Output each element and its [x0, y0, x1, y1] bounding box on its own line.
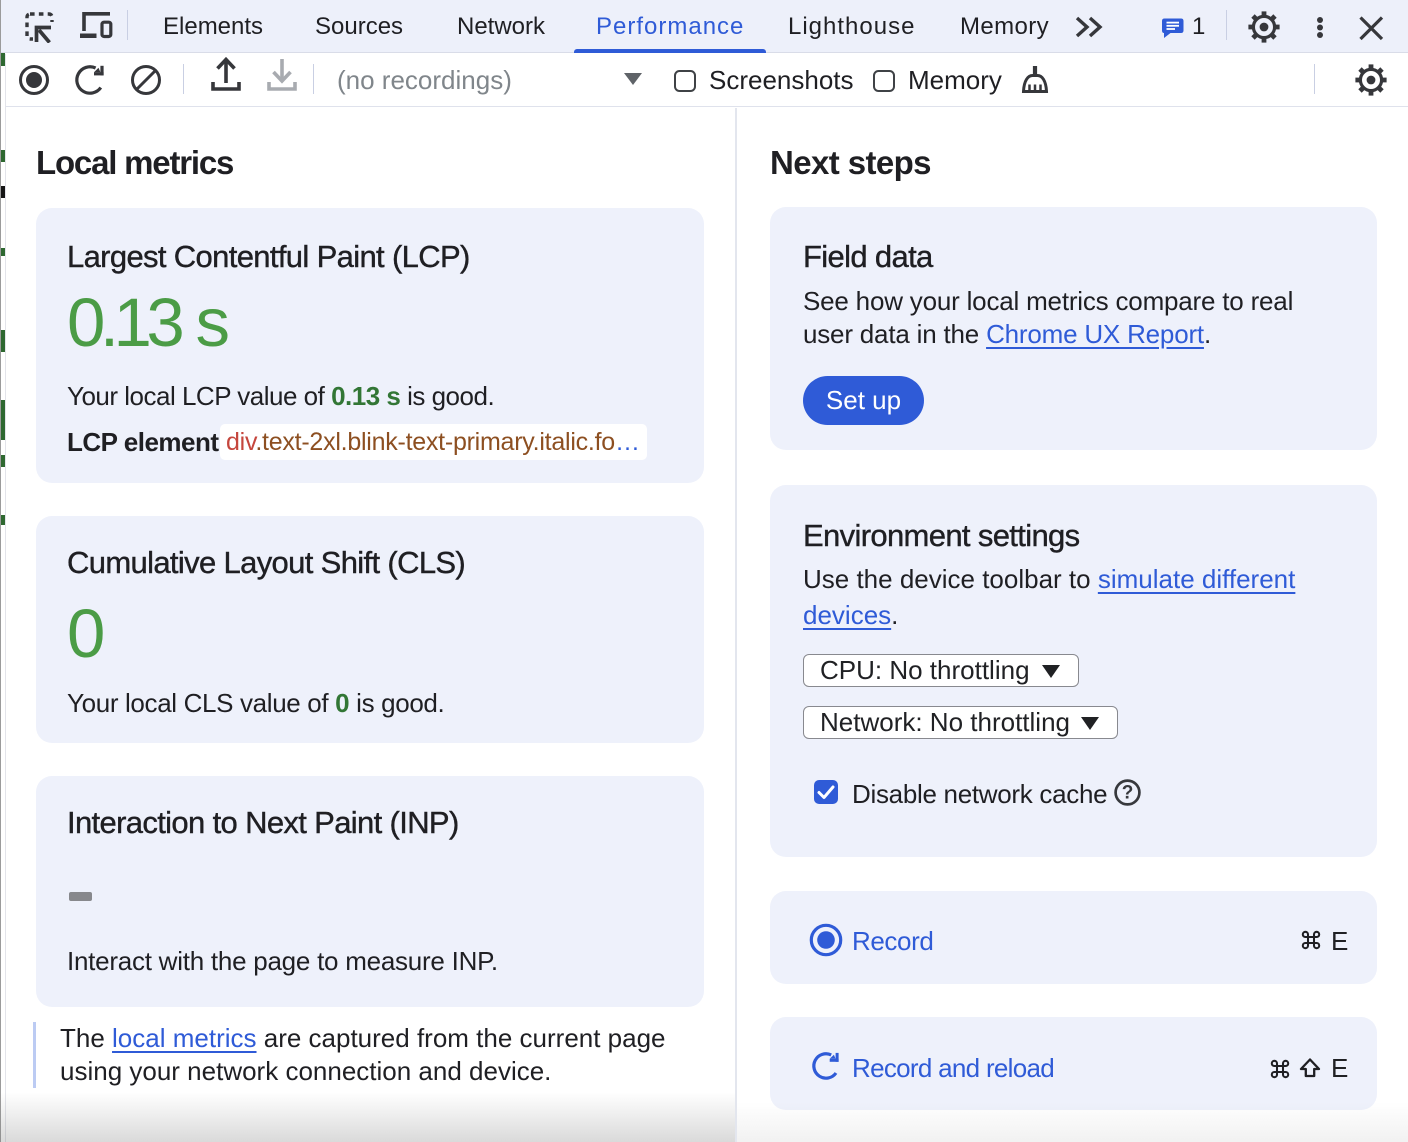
svg-text:?: ? — [1122, 783, 1134, 804]
